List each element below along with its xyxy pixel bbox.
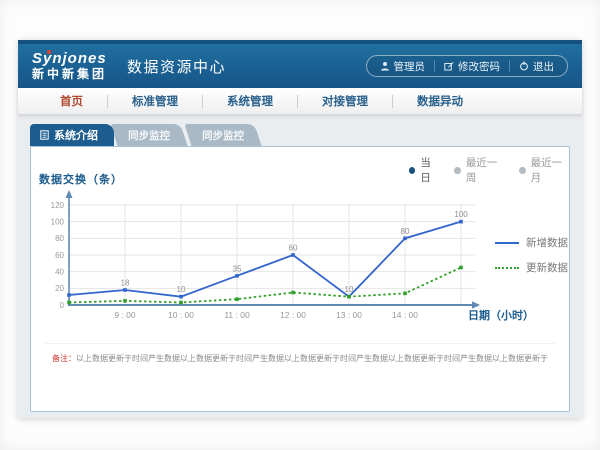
nav-item-data-change[interactable]: 数据异动 — [393, 93, 487, 109]
footnote: 备注：以上数据更新于时间产生数据以上数据更新于时间产生数据以上数据更新于时间产生… — [31, 353, 569, 364]
nav-item-standard-mgmt[interactable]: 标准管理 — [108, 93, 202, 109]
legend-item-updated-data: 更新数据 — [495, 260, 568, 275]
svg-text:40: 40 — [55, 267, 64, 276]
chart-panel: 当日 最近一周 最近一月 数据交换（条） 0 20 40 60 80 100 120 9 : … — [30, 146, 570, 412]
main-nav: 首页 标准管理 系统管理 对接管理 数据异动 — [18, 88, 582, 115]
content-area: 系统介绍 同步监控 同步监控 当日 最近一周 — [18, 115, 582, 418]
logo-subtext: 新中新集团 — [32, 67, 107, 81]
app-header: Synjones 新中新集团 数据资源中心 管理员 — [18, 40, 582, 88]
footnote-prefix: 备注： — [52, 354, 76, 363]
svg-text:18: 18 — [121, 279, 130, 288]
svg-text:80: 80 — [55, 234, 64, 243]
svg-text:12 : 00: 12 : 00 — [280, 310, 306, 320]
svg-text:9 : 00: 9 : 00 — [114, 310, 136, 320]
legend-item-new-data: 新增数据 — [495, 235, 568, 250]
svg-text:80: 80 — [401, 227, 410, 236]
screenshot-canvas: Synjones 新中新集团 数据资源中心 管理员 — [0, 0, 600, 450]
footnote-text: 以上数据更新于时间产生数据以上数据更新于时间产生数据以上数据更新于时间产生数据以… — [76, 354, 548, 363]
tab-label: 同步监控 — [202, 128, 244, 143]
power-icon — [519, 61, 529, 71]
radio-dot-icon — [454, 167, 460, 174]
svg-text:120: 120 — [51, 201, 65, 210]
svg-text:10 : 00: 10 : 00 — [168, 310, 194, 320]
tab-label: 系统介绍 — [54, 127, 98, 143]
radio-today[interactable]: 当日 — [409, 155, 439, 185]
logout-button[interactable]: 退出 — [510, 59, 563, 74]
green-dotted-swatch — [495, 267, 519, 269]
svg-text:35: 35 — [233, 264, 242, 273]
radio-dot-icon — [409, 167, 415, 174]
logo-accent-dot — [47, 50, 51, 54]
radio-last-week[interactable]: 最近一周 — [454, 155, 504, 185]
change-password-button[interactable]: 修改密码 — [435, 59, 509, 74]
svg-text:60: 60 — [55, 251, 64, 260]
panel-divider — [45, 343, 555, 344]
line-chart: 0 20 40 60 80 100 120 9 : 00 10 : 00 11 : 00 12 : … — [41, 189, 491, 329]
tab-bar: 系统介绍 同步监控 同步监控 — [30, 124, 258, 146]
svg-text:60: 60 — [289, 244, 298, 253]
svg-text:100: 100 — [51, 217, 65, 226]
user-button[interactable]: 管理员 — [371, 59, 435, 74]
svg-text:10: 10 — [177, 285, 186, 294]
logo-text: Synjones — [32, 51, 107, 67]
x-axis-title: 日期（小时） — [468, 307, 534, 323]
svg-text:13 : 00: 13 : 00 — [336, 310, 362, 320]
user-icon — [380, 61, 390, 71]
radio-last-month[interactable]: 最近一月 — [519, 155, 569, 185]
blue-line-swatch — [495, 242, 519, 244]
company-logo: Synjones 新中新集团 — [32, 51, 107, 81]
app-window: Synjones 新中新集团 数据资源中心 管理员 — [18, 40, 582, 418]
nav-item-system-mgmt[interactable]: 系统管理 — [203, 93, 297, 109]
y-axis-title: 数据交换（条） — [39, 171, 123, 187]
tab-sync-monitor-1[interactable]: 同步监控 — [110, 124, 187, 146]
svg-text:10: 10 — [345, 285, 354, 294]
svg-text:100: 100 — [454, 210, 468, 219]
svg-text:0: 0 — [60, 301, 65, 310]
svg-text:11 : 00: 11 : 00 — [224, 310, 250, 320]
edit-icon — [444, 61, 454, 71]
time-range-filter: 当日 最近一周 最近一月 — [409, 155, 569, 185]
tab-sync-monitor-2[interactable]: 同步监控 — [184, 124, 261, 146]
chart-legend: 新增数据 更新数据 — [495, 235, 568, 275]
svg-text:20: 20 — [55, 284, 64, 293]
nav-item-interface-mgmt[interactable]: 对接管理 — [298, 93, 392, 109]
nav-item-home[interactable]: 首页 — [36, 93, 107, 109]
document-icon — [40, 130, 49, 140]
radio-dot-icon — [519, 167, 525, 174]
svg-text:14 : 00: 14 : 00 — [392, 310, 418, 320]
page-title: 数据资源中心 — [127, 56, 226, 77]
tab-label: 同步监控 — [128, 128, 170, 143]
tab-system-intro[interactable]: 系统介绍 — [30, 124, 114, 146]
user-actions-group: 管理员 修改密码 退出 — [366, 55, 569, 77]
